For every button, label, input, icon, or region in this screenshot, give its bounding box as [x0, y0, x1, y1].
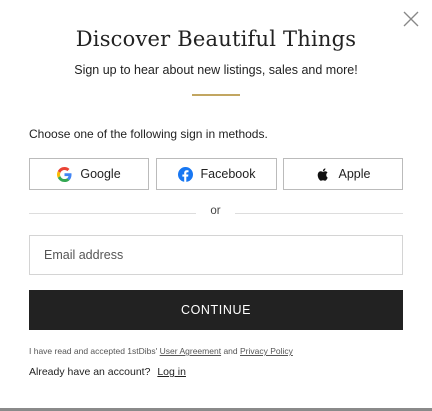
agreement-prefix: I have read and accepted 1stDibs' [29, 346, 158, 356]
user-agreement-link[interactable]: User Agreement [160, 346, 221, 356]
login-row: Already have an account? Log in [29, 366, 186, 378]
facebook-icon [177, 166, 193, 182]
facebook-signin-button[interactable]: Facebook [156, 158, 277, 190]
email-field[interactable] [29, 235, 403, 275]
google-signin-button[interactable]: Google [29, 158, 149, 190]
modal-subtitle: Sign up to hear about new listings, sale… [74, 63, 358, 77]
or-divider-right [235, 213, 403, 214]
apple-button-label: Apple [338, 167, 371, 181]
login-prompt: Already have an account? [29, 366, 151, 378]
accent-divider [192, 94, 240, 96]
privacy-policy-link[interactable]: Privacy Policy [240, 346, 293, 356]
google-button-label: Google [80, 167, 121, 181]
agreement-text: I have read and accepted 1stDibs' User A… [29, 346, 293, 356]
google-icon [57, 166, 72, 182]
or-divider-text: or [210, 205, 221, 217]
signin-methods-label: Choose one of the following sign in meth… [29, 127, 268, 141]
facebook-button-label: Facebook [200, 167, 256, 181]
apple-icon [316, 167, 331, 182]
agreement-conjunction: and [223, 346, 238, 356]
or-divider-left [29, 213, 196, 214]
modal-title: Discover Beautiful Things [75, 27, 357, 51]
signup-modal: Discover Beautiful Things Sign up to hea… [0, 0, 432, 411]
login-link[interactable]: Log in [157, 366, 186, 378]
apple-signin-button[interactable]: Apple [283, 158, 403, 190]
continue-button[interactable]: CONTINUE [29, 290, 403, 330]
